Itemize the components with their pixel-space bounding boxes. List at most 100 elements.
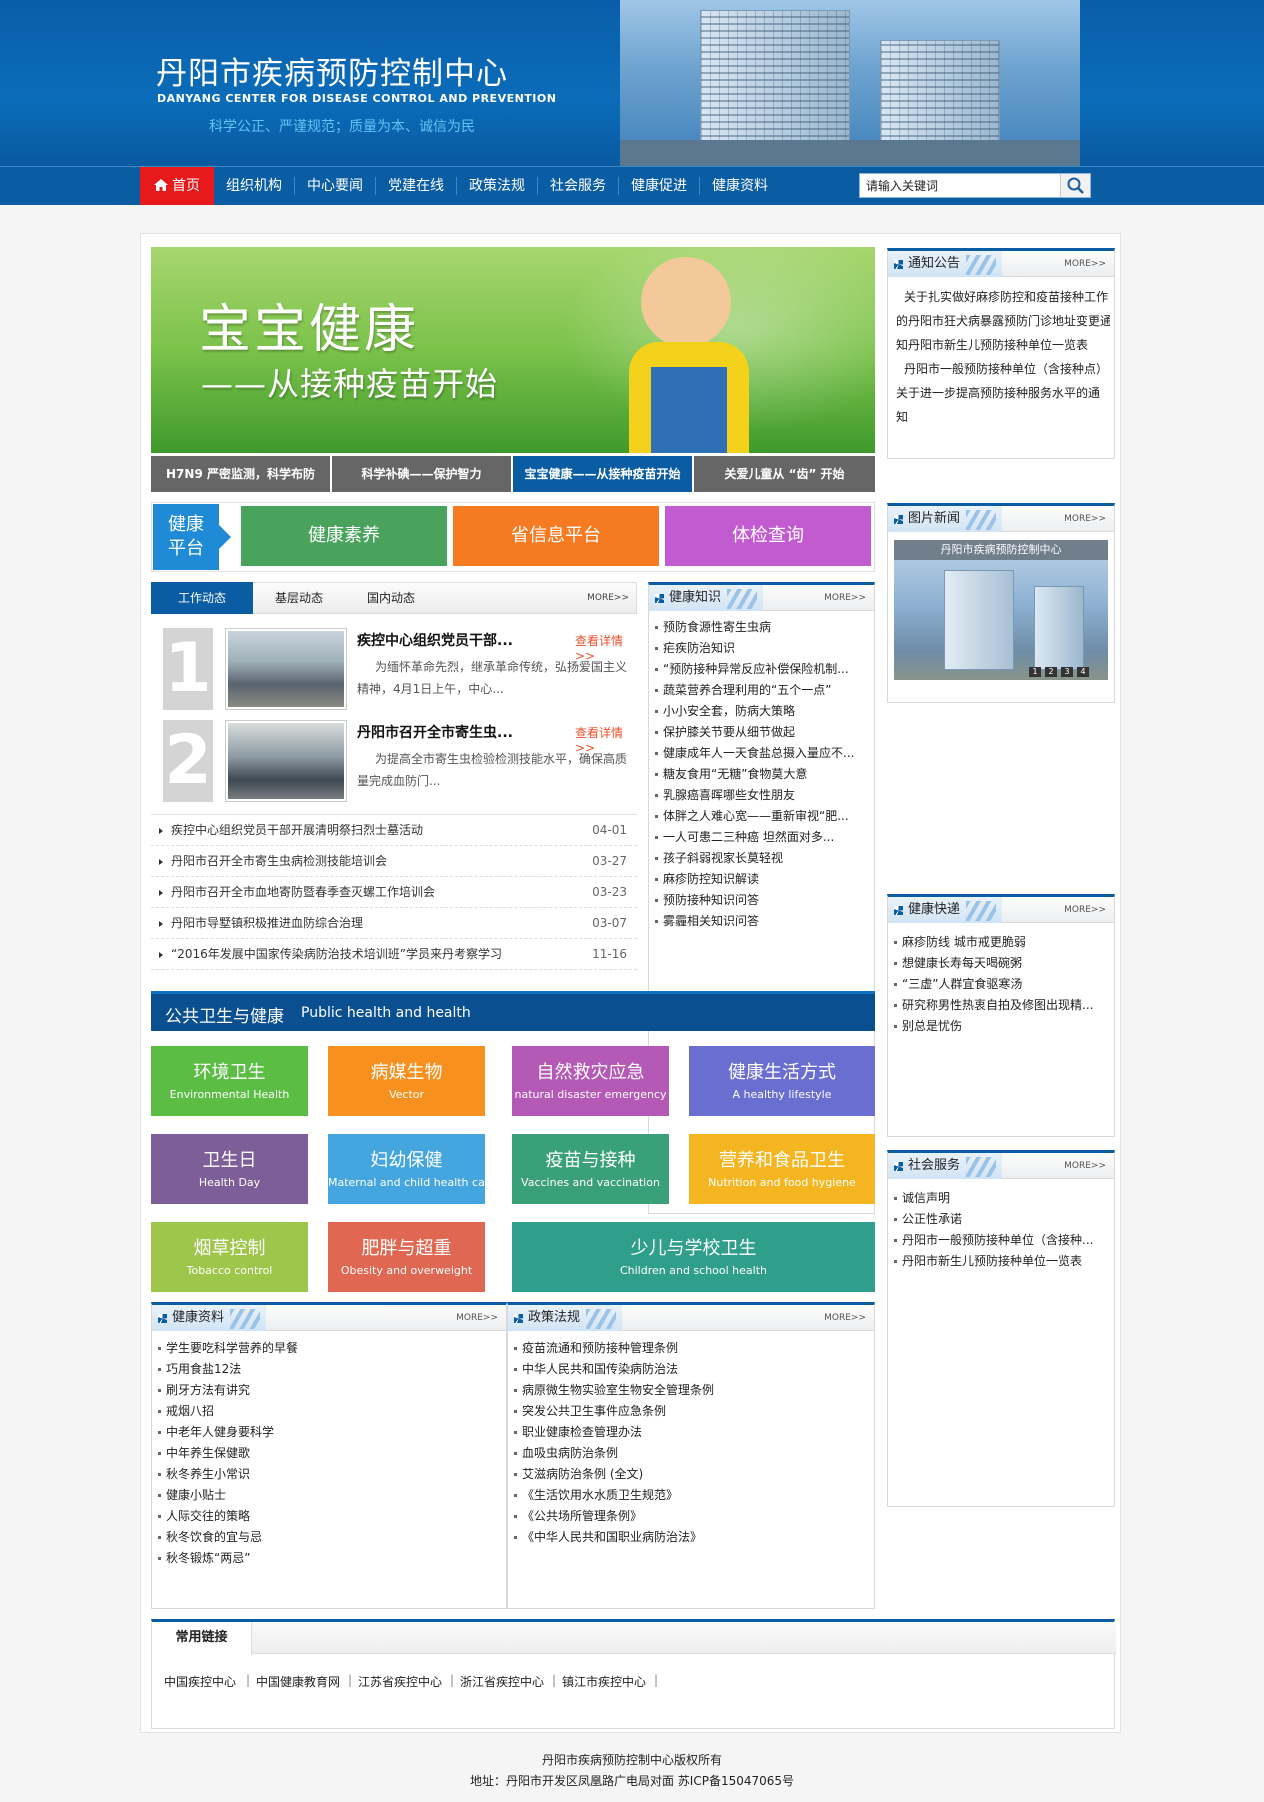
list-item[interactable]: “预防接种异常反应补偿保险机制... — [649, 659, 874, 680]
nav-policy[interactable]: 政策法规 — [457, 167, 537, 205]
search-button[interactable] — [1060, 174, 1090, 197]
notice-line[interactable]: 知 — [896, 405, 1110, 429]
platform-checkup-query-button[interactable]: 体检查询 — [665, 506, 871, 566]
link-jiangsu-cdc[interactable]: 江苏省疾控中心 — [358, 1673, 442, 1690]
platform-health-literacy-button[interactable]: 健康素养 — [241, 506, 447, 566]
banner-slide[interactable]: 宝宝健康 ——从接种疫苗开始 — [151, 247, 875, 453]
slide-tab-1[interactable]: H7N9 严密监测，科学布防 — [151, 456, 330, 492]
tile-environmental-health[interactable]: 环境卫生 Environmental Health — [151, 1046, 308, 1116]
tile-vaccines[interactable]: 疫苗与接种 Vaccines and vaccination — [512, 1134, 669, 1204]
nav-health-materials[interactable]: 健康资料 — [700, 167, 780, 205]
featured-title-1[interactable]: 疾控中心组织党员干部... — [357, 630, 513, 650]
social-more-link[interactable]: MORE>> — [1064, 1153, 1106, 1179]
list-item[interactable]: 预防食源性寄生虫病 — [649, 617, 874, 638]
list-item[interactable]: 预防接种知识问答 — [649, 890, 874, 911]
news-row[interactable]: 丹阳市召开全市寄生虫病检测技能培训会 03-27 — [151, 846, 637, 877]
news-tab-grassroots[interactable]: 基层动态 — [253, 582, 345, 614]
photo-pager-1[interactable]: 1 — [1029, 667, 1041, 677]
list-item[interactable]: 艾滋病防治条例 (全文) — [508, 1464, 874, 1485]
list-item[interactable]: 学生要吃科学营养的早餐 — [152, 1338, 506, 1359]
list-item[interactable]: 刷牙方法有讲究 — [152, 1380, 506, 1401]
link-zhejiang-cdc[interactable]: 浙江省疾控中心 — [460, 1673, 544, 1690]
news-tab-work[interactable]: 工作动态 — [151, 582, 253, 614]
link-health-education[interactable]: 中国健康教育网 — [256, 1673, 340, 1690]
list-item[interactable]: 别总是忧伤 — [888, 1016, 1114, 1037]
list-item[interactable]: 诚信声明 — [888, 1188, 1114, 1209]
list-item[interactable]: 丹阳市一般预防接种单位（含接种... — [888, 1230, 1114, 1251]
platform-provincial-info-button[interactable]: 省信息平台 — [453, 506, 659, 566]
slide-tab-3[interactable]: 宝宝健康——从接种疫苗开始 — [513, 456, 692, 492]
photo-pager-2[interactable]: 2 — [1045, 667, 1057, 677]
photo-news-more-link[interactable]: MORE>> — [1064, 506, 1106, 532]
list-item[interactable]: 孩子斜弱视家长莫轻视 — [649, 848, 874, 869]
policy-more-link[interactable]: MORE>> — [824, 1305, 866, 1331]
news-row[interactable]: 丹阳市召开全市血地寄防暨春季查灭螺工作培训会 03-23 — [151, 877, 637, 908]
list-item[interactable]: 中年养生保健歌 — [152, 1443, 506, 1464]
list-item[interactable]: 巧用食盐12法 — [152, 1359, 506, 1380]
list-item[interactable]: 职业健康检查管理办法 — [508, 1422, 874, 1443]
list-item[interactable]: 疫苗流通和预防接种管理条例 — [508, 1338, 874, 1359]
nav-social-service[interactable]: 社会服务 — [538, 167, 618, 205]
list-item[interactable]: 《生活饮用水水质卫生规范》 — [508, 1485, 874, 1506]
slide-tab-4[interactable]: 关爱儿童从 “齿” 开始 — [694, 456, 875, 492]
list-item[interactable]: 健康小贴士 — [152, 1485, 506, 1506]
nav-center-news[interactable]: 中心要闻 — [295, 167, 375, 205]
list-item[interactable]: 糖友食用“无糖”食物莫大意 — [649, 764, 874, 785]
news-tab-domestic[interactable]: 国内动态 — [345, 582, 437, 614]
list-item[interactable]: 麻疹防线 城市戒更脆弱 — [888, 932, 1114, 953]
notice-more-link[interactable]: MORE>> — [1064, 251, 1106, 277]
list-item[interactable]: 一人可患二三种癌 坦然面对多... — [649, 827, 874, 848]
tile-tobacco[interactable]: 烟草控制 Tobacco control — [151, 1222, 308, 1292]
list-item[interactable]: 中老年人健身要科学 — [152, 1422, 506, 1443]
tile-maternal-child[interactable]: 妇幼保健 Maternal and child health care — [328, 1134, 485, 1204]
notice-line[interactable]: 关于进一步提高预防接种服务水平的通 — [896, 381, 1110, 405]
list-item[interactable]: 血吸虫病防治条例 — [508, 1443, 874, 1464]
list-item[interactable]: 保护膝关节要从细节做起 — [649, 722, 874, 743]
photo-pager-3[interactable]: 3 — [1061, 667, 1073, 677]
featured-thumb-1[interactable] — [225, 628, 347, 710]
featured-thumb-2[interactable] — [225, 720, 347, 802]
list-item[interactable]: 丹阳市新生儿预防接种单位一览表 — [888, 1251, 1114, 1272]
list-item[interactable]: 蔬菜营养合理利用的“五个一点” — [649, 680, 874, 701]
nav-party-online[interactable]: 党建在线 — [376, 167, 456, 205]
nav-organization[interactable]: 组织机构 — [214, 167, 294, 205]
list-item[interactable]: 麻疹防控知识解读 — [649, 869, 874, 890]
list-item[interactable]: 秋冬饮食的宜与忌 — [152, 1527, 506, 1548]
link-china-cdc[interactable]: 中国疾控中心 — [164, 1673, 236, 1690]
notice-line[interactable]: 知丹阳市新生儿预防接种单位一览表 — [896, 333, 1110, 357]
tile-healthy-lifestyle[interactable]: 健康生活方式 A healthy lifestyle — [689, 1046, 875, 1116]
nav-health-promotion[interactable]: 健康促进 — [619, 167, 699, 205]
tile-nutrition[interactable]: 营养和食品卫生 Nutrition and food hygiene — [689, 1134, 875, 1204]
tile-disaster-emergency[interactable]: 自然救灾应急 natural disaster emergency — [512, 1046, 669, 1116]
list-item[interactable]: 人际交往的策略 — [152, 1506, 506, 1527]
list-item[interactable]: 《中华人民共和国职业病防治法》 — [508, 1527, 874, 1548]
notice-line[interactable]: 的丹阳市狂犬病暴露预防门诊地址变更通 — [896, 309, 1110, 333]
news-more-link[interactable]: MORE>> — [587, 582, 629, 614]
list-item[interactable]: 小小安全套，防病大策略 — [649, 701, 874, 722]
news-row[interactable]: 疾控中心组织党员干部开展清明祭扫烈士墓活动 04-01 — [151, 815, 637, 846]
news-row[interactable]: “2016年发展中国家传染病防治技术培训班”学员来丹考察学习 11-16 — [151, 939, 637, 970]
list-item[interactable]: 乳腺癌喜晖哪些女性朋友 — [649, 785, 874, 806]
tile-obesity[interactable]: 肥胖与超重 Obesity and overweight — [328, 1222, 485, 1292]
list-item[interactable]: 突发公共卫生事件应急条例 — [508, 1401, 874, 1422]
tile-health-day[interactable]: 卫生日 Health Day — [151, 1134, 308, 1204]
list-item[interactable]: 病原微生物实验室生物安全管理条例 — [508, 1380, 874, 1401]
list-item[interactable]: 体胖之人难心宽——重新审视“肥... — [649, 806, 874, 827]
notice-line[interactable]: 关于扎实做好麻疹防控和疫苗接种工作 — [896, 285, 1110, 309]
list-item[interactable]: “三虚”人群宜食驱寒汤 — [888, 974, 1114, 995]
list-item[interactable]: 雾霾相关知识问答 — [649, 911, 874, 932]
tile-school-health[interactable]: 少儿与学校卫生 Children and school health — [512, 1222, 875, 1292]
list-item[interactable]: 戒烟八招 — [152, 1401, 506, 1422]
list-item[interactable]: 研究称男性热衷自拍及修图出现精... — [888, 995, 1114, 1016]
list-item[interactable]: 秋冬养生小常识 — [152, 1464, 506, 1485]
notice-line[interactable]: 丹阳市一般预防接种单位（含接种点） — [896, 357, 1110, 381]
knowledge-more-link[interactable]: MORE>> — [824, 585, 866, 611]
list-item[interactable]: 中华人民共和国传染病防治法 — [508, 1359, 874, 1380]
list-item[interactable]: 公正性承诺 — [888, 1209, 1114, 1230]
news-row[interactable]: 丹阳市导墅镇积极推进血防综合治理 03-07 — [151, 908, 637, 939]
list-item[interactable]: 疟疾防治知识 — [649, 638, 874, 659]
list-item[interactable]: 《公共场所管理条例》 — [508, 1506, 874, 1527]
list-item[interactable]: 想健康长寿每天喝碗粥 — [888, 953, 1114, 974]
list-item[interactable]: 健康成年人一天食盐总摄入量应不... — [649, 743, 874, 764]
materials-more-link[interactable]: MORE>> — [456, 1305, 498, 1331]
